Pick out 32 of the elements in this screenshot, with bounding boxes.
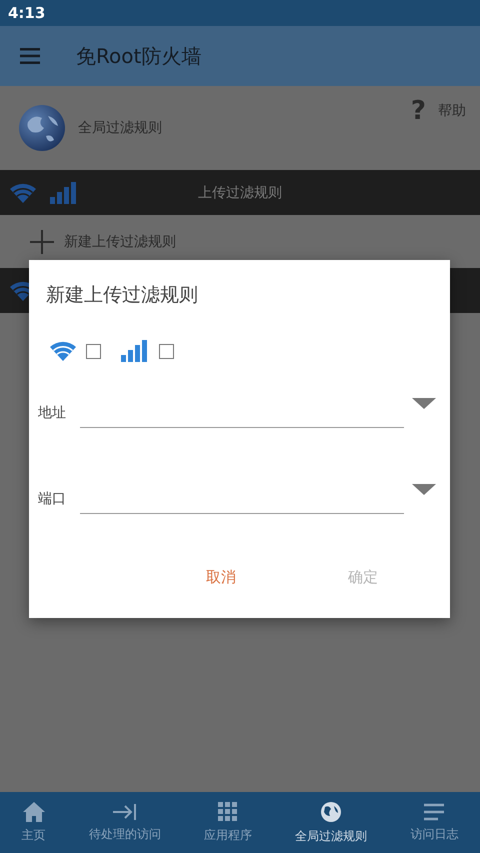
plus-icon[interactable] [30, 230, 54, 254]
checkbox[interactable] [86, 344, 101, 358]
dropdown-arrow-icon[interactable] [412, 484, 436, 495]
wifi-icon [10, 182, 36, 202]
status-time: 4:13 [8, 4, 46, 22]
list-icon [424, 802, 444, 820]
help-label[interactable]: 帮助 [438, 102, 466, 120]
section-title: 上传过滤规则 [198, 184, 282, 200]
new-rule-label[interactable]: 新建上传过滤规则 [64, 232, 176, 250]
dialog-button[interactable]: 取消 [198, 564, 244, 591]
nav-tab[interactable]: 主页 [20, 802, 48, 844]
dropdown-arrow-icon[interactable] [412, 398, 436, 409]
nav-tab[interactable]: 全局过滤规则 [293, 800, 370, 844]
checkbox[interactable] [159, 344, 174, 358]
nav-tab[interactable]: 应用程序 [202, 802, 254, 844]
nav-tab[interactable]: 待处理的访问 [86, 802, 163, 842]
home-icon [22, 802, 45, 822]
globe-icon [320, 800, 342, 822]
field-label: 地址 [38, 404, 67, 423]
dialog-title: 新建上传过滤规则 [46, 283, 199, 308]
nav-tab[interactable]: 访问日志 [408, 802, 460, 842]
globe-icon [18, 104, 66, 152]
menu-icon[interactable] [20, 48, 40, 64]
grid-icon [218, 802, 238, 822]
help-icon[interactable]: ? [410, 98, 426, 124]
global-rules-label[interactable]: 全局过滤规则 [78, 119, 162, 137]
wifi-icon [50, 341, 76, 361]
field-label: 端口 [38, 490, 67, 509]
app-title: 免Root防火墙 [76, 42, 202, 70]
signal-bars-icon [121, 340, 149, 362]
signal-bars-icon [50, 182, 78, 204]
arrow-to-bar-icon [112, 802, 137, 820]
